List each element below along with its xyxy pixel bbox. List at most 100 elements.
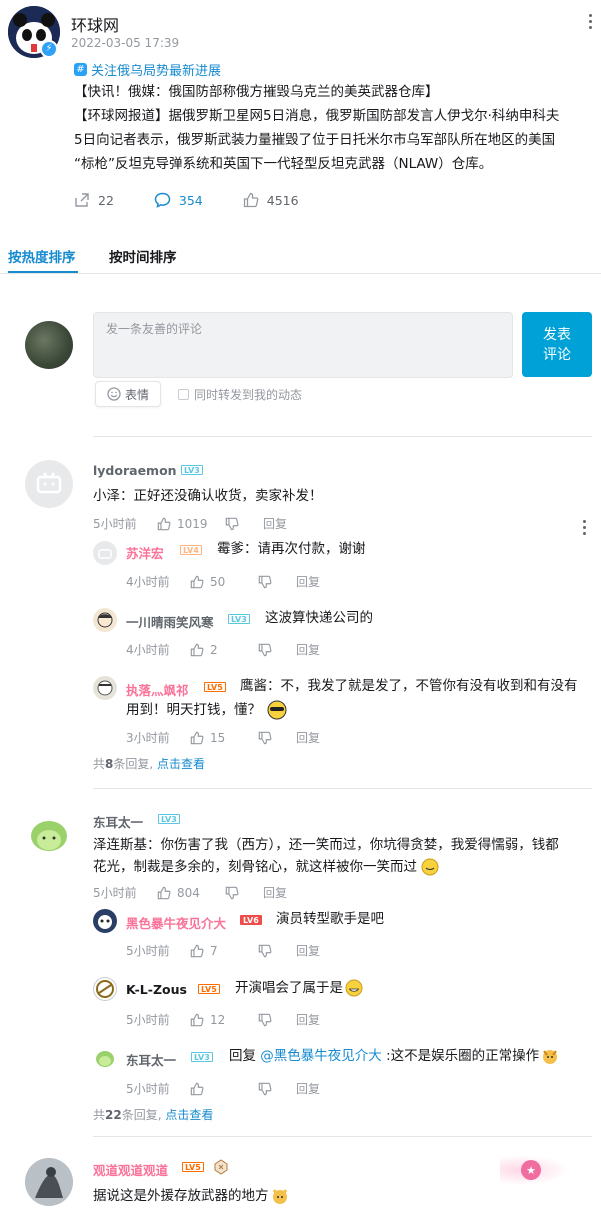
avatar[interactable] (93, 608, 117, 632)
post-line: “标枪”反坦克导弹系统和英国下一代轻型反坦克武器（NLAW）仓库。 (74, 156, 493, 172)
reply-text-cont: 用到！明天打钱，懂？ (126, 698, 287, 722)
thumbs-up-icon (190, 1082, 204, 1095)
reply-username[interactable]: 一川晴雨笑风寒 (126, 612, 214, 631)
like-button[interactable]: 4516 (243, 192, 299, 208)
reply-username[interactable]: K-L-Zous (126, 982, 187, 997)
comment-text-wrap: 据说这是外援存放武器的地方 (93, 1184, 289, 1208)
like-count: 15 (210, 730, 226, 745)
comment-meta: 5小时前 804 回复 (93, 884, 287, 901)
post-line: 【快讯！俄媒：俄国防部称俄方摧毁乌克兰的美英武器仓库】 (74, 84, 439, 100)
reply-like-button[interactable] (190, 1082, 258, 1096)
avatar[interactable] (93, 909, 117, 933)
like-count: 2 (210, 642, 218, 657)
reply-button[interactable]: 回复 (263, 884, 287, 901)
comment-input[interactable]: 发一条友善的评论 (93, 312, 513, 378)
comment-username[interactable]: lydoraemon (93, 463, 177, 478)
forward-to-feed[interactable]: 同时转发到我的动态 (178, 386, 302, 403)
comment-text: 小泽：正好还没确认收货，卖家补发！ (93, 488, 323, 504)
reply-text: 演员转型歌手是吧 (276, 911, 384, 927)
reply-username[interactable]: 黑色暴牛夜见介大 (126, 913, 226, 932)
forward-button[interactable]: 22 (74, 192, 114, 208)
comment-button[interactable]: 354 (154, 192, 203, 208)
comment-time: 5小时前 (93, 517, 137, 531)
dislike-button[interactable] (258, 944, 296, 958)
avatar[interactable] (25, 460, 73, 508)
dislike-button[interactable] (258, 1082, 296, 1096)
forward-checkbox[interactable] (178, 389, 189, 400)
reply-username[interactable]: 东耳太一 (126, 1050, 176, 1069)
more-prefix: 共 (93, 1108, 106, 1122)
comment-count: 354 (178, 192, 203, 208)
reply-like-button[interactable]: 7 (190, 944, 258, 958)
reply-button[interactable]: 回复 (296, 573, 320, 590)
more-suffix: 条回复, (121, 1108, 162, 1122)
more-replies: 共22条回复, 点击查看 (93, 1106, 213, 1123)
reply-time: 5小时前 (126, 944, 170, 958)
tab-sort-time[interactable]: 按时间排序 (109, 246, 177, 266)
reply-meta: 5小时前 7 回复 (126, 942, 320, 959)
view-more-link[interactable]: 点击查看 (165, 1108, 213, 1122)
forward-label: 同时转发到我的动态 (194, 388, 303, 402)
avatar[interactable] (25, 1158, 73, 1206)
grin-emoji-icon (345, 979, 363, 997)
thumbs-up-icon (190, 575, 204, 588)
emoji-label: 表情 (124, 387, 149, 402)
author-name[interactable]: 环球网 (71, 12, 119, 36)
reply-time: 5小时前 (126, 1013, 170, 1027)
my-avatar[interactable] (25, 321, 73, 369)
post-comment-button[interactable]: 发表 评论 (522, 312, 592, 377)
reply-like-button[interactable]: 50 (190, 575, 258, 589)
comment-username[interactable]: 东耳太一 (93, 812, 143, 831)
level-badge: LV3 (191, 1052, 213, 1062)
reply-like-button[interactable]: 12 (190, 1013, 258, 1027)
more-options-icon[interactable] (587, 14, 593, 36)
dislike-button[interactable] (258, 1013, 296, 1027)
comment-text: 泽连斯基：你伤害了我（西方），还一笑而过，你坑得贪婪，我爱得懦弱，钱都 (93, 837, 559, 853)
dislike-button[interactable] (258, 575, 296, 589)
dislike-button[interactable] (225, 517, 263, 531)
view-more-link[interactable]: 点击查看 (157, 757, 205, 771)
thumbs-down-icon (258, 1082, 272, 1095)
reply-meta: 5小时前 12 回复 (126, 1011, 320, 1028)
tab-sort-hot[interactable]: 按热度排序 (8, 246, 76, 266)
like-count: 12 (210, 1012, 226, 1027)
comment-username[interactable]: 观道观道观道 (93, 1160, 168, 1179)
reply-username[interactable]: 执落灬飒祁 (126, 680, 189, 699)
reply-button[interactable]: 回复 (296, 1011, 320, 1028)
smile-icon (107, 387, 121, 401)
reply-button[interactable]: 回复 (296, 641, 320, 658)
topic-label: 关注俄乌局势最新进展 (91, 64, 222, 79)
reply-button[interactable]: 回复 (296, 942, 320, 959)
avatar[interactable] (93, 977, 117, 1001)
emoji-button[interactable]: 表情 (95, 381, 161, 407)
dislike-button[interactable] (225, 886, 263, 900)
comment-more-icon[interactable] (581, 520, 587, 538)
divider (93, 788, 592, 789)
avatar[interactable] (25, 810, 73, 858)
mention-link[interactable]: @黑色暴牛夜见介大 (260, 1044, 382, 1068)
comment-like-button[interactable]: 1019 (157, 517, 225, 531)
thumbs-up-icon (190, 643, 204, 656)
like-count: 804 (177, 885, 200, 900)
dislike-button[interactable] (258, 643, 296, 657)
like-count: 1019 (177, 516, 208, 531)
topic-link[interactable]: # 关注俄乌局势最新进展 (74, 60, 221, 79)
divider (93, 1136, 592, 1137)
avatar[interactable] (93, 1046, 117, 1070)
avatar[interactable] (93, 676, 117, 700)
dislike-button[interactable] (258, 731, 296, 745)
reply-like-button[interactable]: 2 (190, 643, 258, 657)
reply-text-wrap: 开演唱会了属于是 (235, 976, 363, 1000)
reply-button[interactable]: 回复 (296, 729, 320, 746)
reply-meta: 4小时前 50 回复 (126, 573, 320, 590)
reply-like-button[interactable]: 15 (190, 731, 258, 745)
thumbs-down-icon (258, 731, 272, 744)
reply-text: 鹰酱：不，我发了就是发了，不管你有没有收到和有没有 (240, 678, 578, 694)
reply-button[interactable]: 回复 (263, 515, 287, 532)
level-badge: LV4 (180, 545, 202, 555)
reply-username[interactable]: 苏洋宏 (126, 543, 164, 562)
avatar[interactable] (93, 541, 117, 565)
reply-button[interactable]: 回复 (296, 1080, 320, 1097)
tab-underline (8, 271, 78, 273)
comment-like-button[interactable]: 804 (157, 886, 225, 900)
